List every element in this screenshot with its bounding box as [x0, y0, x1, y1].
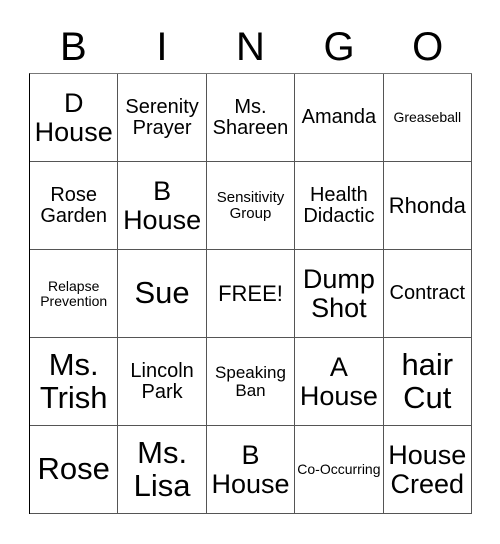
bingo-cell[interactable]: Rhonda [383, 162, 472, 250]
header-letter-g: G [323, 25, 355, 69]
free-space[interactable]: FREE! [206, 250, 296, 338]
bingo-header: B I N G O [29, 22, 472, 72]
header-letter-n: N [236, 25, 265, 69]
bingo-cell[interactable]: Amanda [295, 74, 384, 162]
bingo-cell[interactable]: Speaking Ban [206, 338, 296, 426]
bingo-cell[interactable]: Contract [383, 250, 472, 338]
bingo-cell[interactable]: Dump Shot [295, 250, 384, 338]
bingo-cell[interactable]: Rose Garden [30, 162, 119, 250]
bingo-cell[interactable]: Greaseball [383, 74, 472, 162]
bingo-cell[interactable]: Co-Occurring [295, 426, 384, 514]
bingo-cell[interactable]: Ms. Shareen [206, 74, 296, 162]
bingo-cell[interactable]: Serenity Prayer [118, 74, 207, 162]
bingo-cell[interactable]: Sensitivity Group [206, 162, 296, 250]
header-letter-i: I [156, 25, 168, 69]
bingo-cell[interactable]: hair Cut [383, 338, 472, 426]
bingo-cell[interactable]: A House [295, 338, 384, 426]
header-letter-o: O [412, 25, 444, 69]
header-letter-b: B [59, 25, 87, 69]
bingo-cell[interactable]: Ms. Trish [30, 338, 119, 426]
bingo-cell[interactable]: D House [30, 74, 119, 162]
bingo-cell[interactable]: Relapse Prevention [30, 250, 119, 338]
bingo-board: D House Serenity Prayer Ms. Shareen Aman… [29, 73, 472, 514]
bingo-cell[interactable]: Health Didactic [295, 162, 384, 250]
bingo-cell[interactable]: House Creed [383, 426, 472, 514]
bingo-cell[interactable]: Sue [118, 250, 207, 338]
bingo-cell[interactable]: Ms. Lisa [118, 426, 207, 514]
bingo-cell[interactable]: B House [118, 162, 207, 250]
bingo-cell[interactable]: B House [206, 426, 296, 514]
bingo-cell[interactable]: Lincoln Park [118, 338, 207, 426]
bingo-cell[interactable]: Rose [30, 426, 119, 514]
